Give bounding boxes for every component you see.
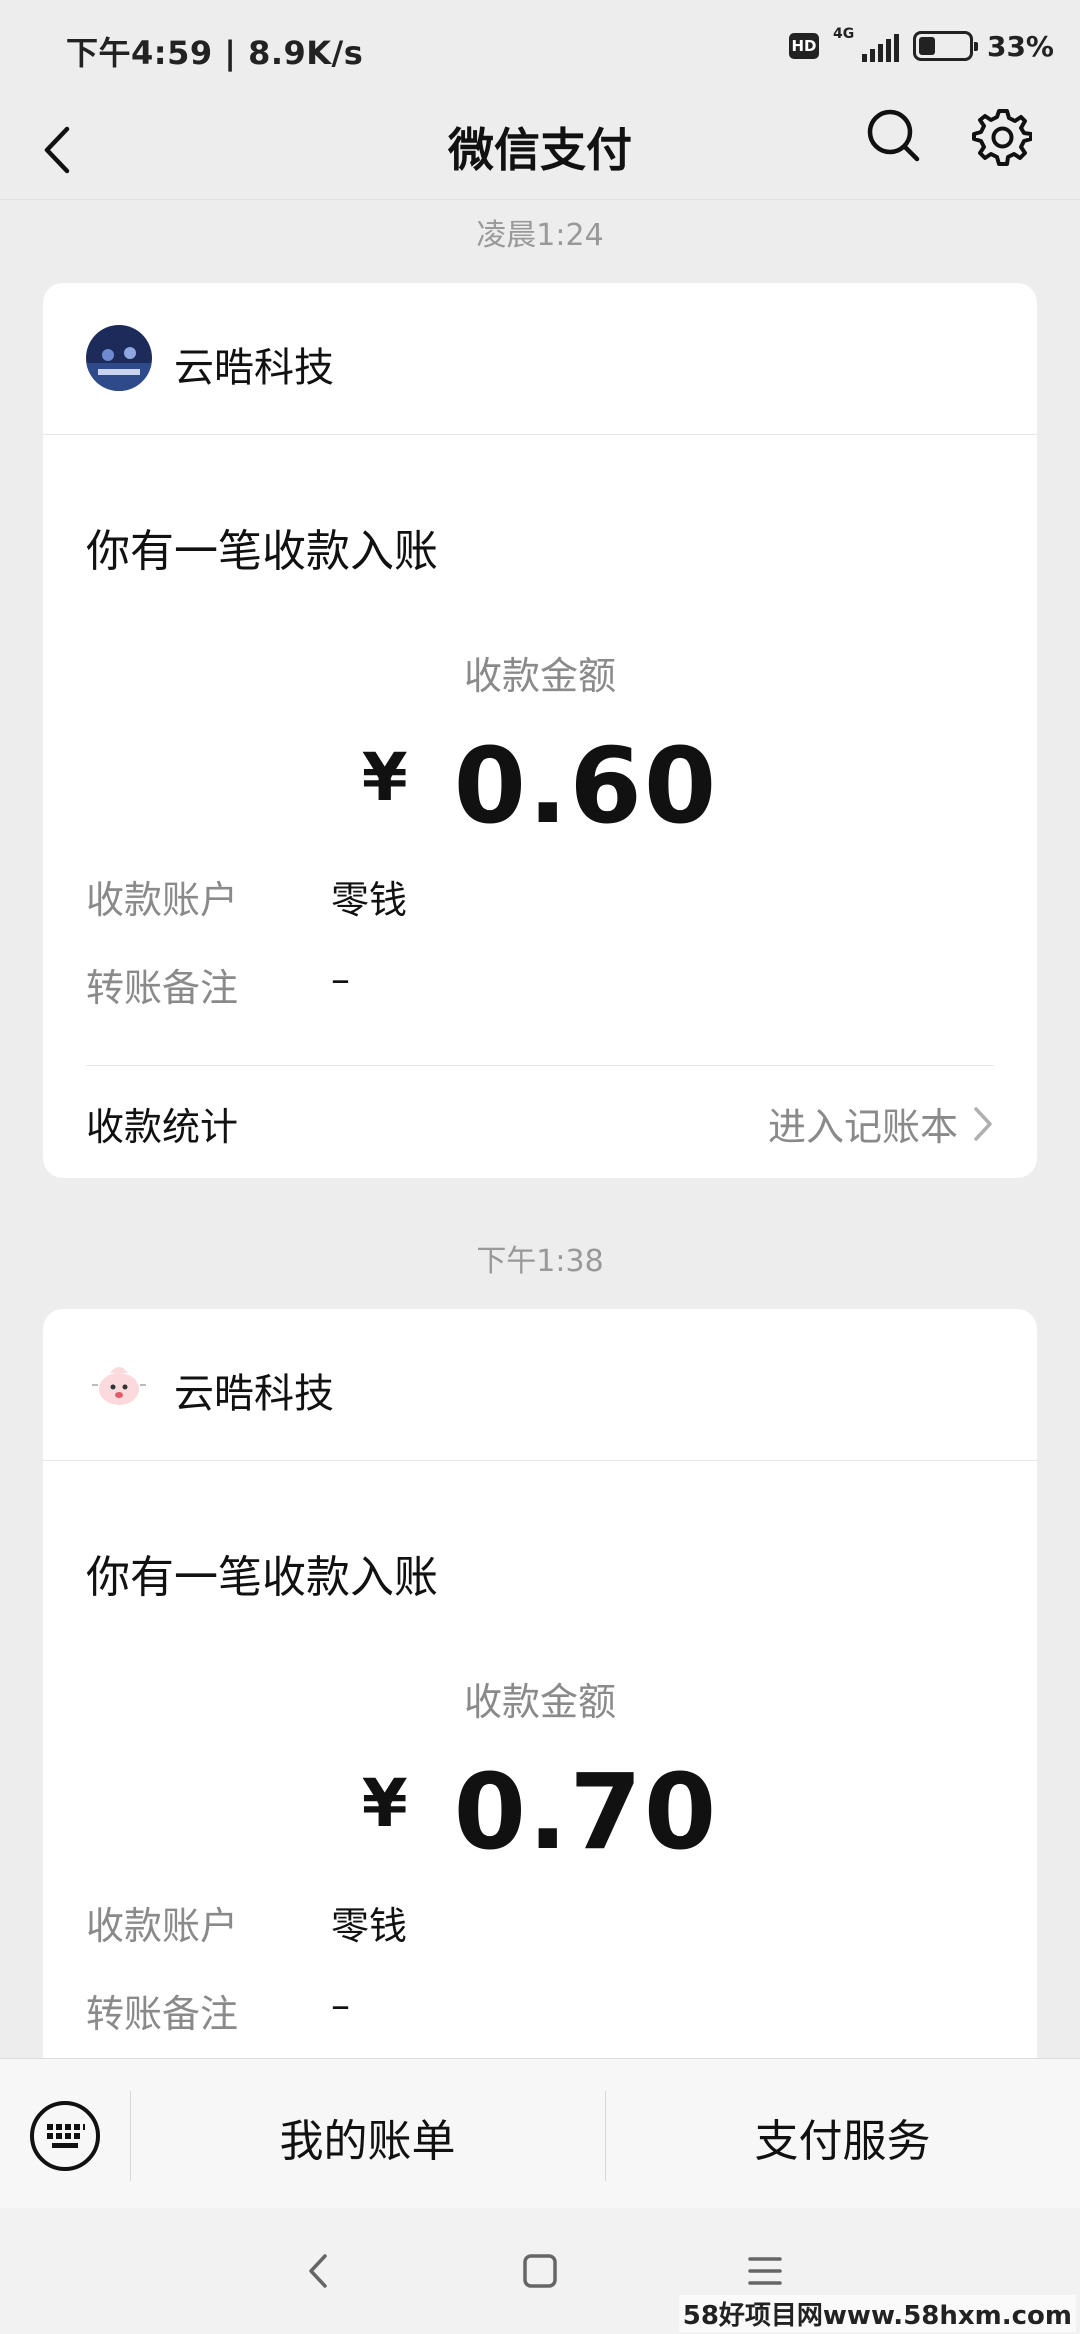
system-nav-bar: 58好项目网www.58hxm.com xyxy=(0,2208,1080,2334)
screen: 下午4:59 | 8.9K/s HD 4G 33% 微信支付 凌晨1:24 云晧… xyxy=(0,0,1080,2334)
merchant-name: 云晧科技 xyxy=(174,1371,334,1417)
payment-services-button[interactable]: 支付服务 xyxy=(605,2105,1080,2169)
avatar xyxy=(86,1351,152,1417)
battery-percent: 33% xyxy=(986,29,1054,63)
battery-level xyxy=(918,37,935,55)
account-label: 收款账户 xyxy=(86,878,239,922)
message-time: 下午1:38 xyxy=(476,1244,604,1279)
amount-label: 收款金额 xyxy=(463,654,616,698)
message-time: 凌晨1:24 xyxy=(476,218,604,253)
chevron-right-icon xyxy=(974,1106,992,1141)
account-value: 零钱 xyxy=(331,1904,408,1948)
payment-card[interactable]: 云晧科技 你有一笔收款入账 收款金额 ¥0.60 收款账户 零钱 转账备注 – … xyxy=(43,283,1037,1178)
remark-label: 转账备注 xyxy=(86,966,239,1010)
account-label: 收款账户 xyxy=(86,1904,239,1948)
account-value: 零钱 xyxy=(331,878,408,922)
amount-row: ¥0.60 xyxy=(43,725,1037,847)
search-icon[interactable] xyxy=(864,106,924,166)
amount-label: 收款金额 xyxy=(463,1680,616,1724)
status-bar: 下午4:59 | 8.9K/s HD 4G 33% xyxy=(0,0,1080,100)
gear-icon[interactable] xyxy=(972,106,1033,166)
card-footer[interactable]: 收款统计 进入记账本 xyxy=(86,1065,994,1175)
ledger-link[interactable]: 进入记账本 xyxy=(768,1096,994,1151)
currency-symbol: ¥ xyxy=(361,1765,408,1842)
signal-icon: 4G xyxy=(832,26,899,64)
keyboard-icon[interactable] xyxy=(28,2099,102,2173)
ledger-link-label: 进入记账本 xyxy=(767,1105,958,1149)
menu-icon[interactable] xyxy=(742,2248,788,2294)
avatar xyxy=(86,325,152,391)
network-type: 4G xyxy=(832,26,855,42)
card-header: 云晧科技 xyxy=(43,1309,1037,1461)
hd-badge: HD xyxy=(788,33,819,59)
amount-value: 0.60 xyxy=(453,725,719,847)
home-icon[interactable] xyxy=(517,2248,563,2294)
battery-icon xyxy=(912,31,978,61)
card-headline: 你有一笔收款入账 xyxy=(86,1552,438,1603)
my-bills-button[interactable]: 我的账单 xyxy=(130,2105,605,2169)
card-header: 云晧科技 xyxy=(43,283,1037,435)
status-icons: HD 4G 33% xyxy=(788,26,1054,64)
remark-label: 转账备注 xyxy=(86,1992,239,2036)
payment-card[interactable]: 云晧科技 你有一笔收款入账 收款金额 ¥0.70 收款账户 零钱 转账备注 – xyxy=(43,1309,1037,2089)
bottom-menu: 我的账单 支付服务 xyxy=(0,2058,1080,2208)
currency-symbol: ¥ xyxy=(361,739,408,816)
amount-row: ¥0.70 xyxy=(43,1751,1037,1873)
merchant-name: 云晧科技 xyxy=(174,345,334,391)
remark-value: – xyxy=(331,957,350,1001)
card-headline: 你有一笔收款入账 xyxy=(86,526,438,577)
remark-value: – xyxy=(331,1983,350,2027)
stats-label: 收款统计 xyxy=(86,1105,239,1149)
status-time-speed: 下午4:59 | 8.9K/s xyxy=(66,34,364,72)
back-icon[interactable] xyxy=(296,2248,342,2294)
amount-value: 0.70 xyxy=(453,1751,719,1873)
watermark: 58好项目网www.58hxm.com xyxy=(678,2295,1076,2332)
